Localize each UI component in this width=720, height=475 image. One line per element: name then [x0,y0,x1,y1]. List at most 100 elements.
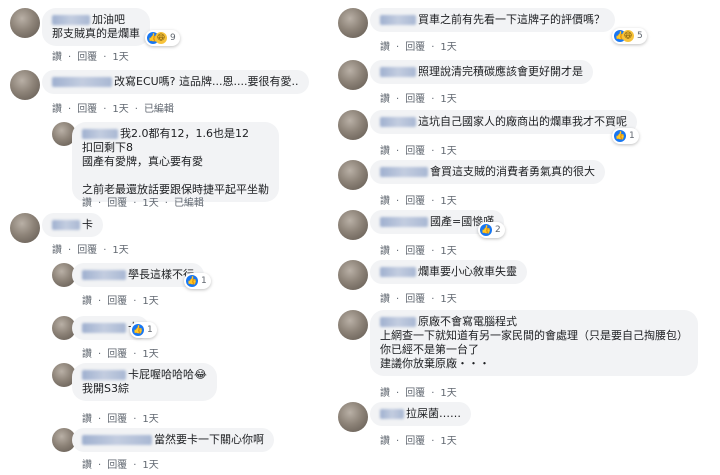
commenter-name[interactable] [52,77,112,87]
reaction-badge[interactable]: 👍 1 [612,128,639,144]
reply-link[interactable]: 回覆 [107,460,127,471]
like-link[interactable]: 讚 [380,246,390,257]
avatar[interactable] [338,60,368,90]
commenter-name[interactable] [380,67,416,77]
separator: · [133,460,137,471]
comment-actions: 讚 · 回覆 · 1天 [380,142,463,157]
timestamp[interactable]: 1天 [142,460,158,471]
reaction-badge[interactable]: 👍 1 [184,273,211,289]
timestamp[interactable]: 1天 [440,246,456,257]
avatar[interactable] [338,8,368,38]
avatar[interactable] [338,110,368,140]
reaction-badge[interactable]: 👍 1 [130,322,157,338]
commenter-name[interactable] [52,220,80,230]
comment-text-line: 國產有愛牌，真心要有愛 [82,155,269,169]
timestamp[interactable]: 1天 [440,294,456,305]
avatar[interactable] [338,260,368,290]
separator: · [133,349,137,360]
timestamp[interactable]: 1天 [112,104,128,115]
commenter-name[interactable] [82,435,152,445]
avatar[interactable] [338,402,368,432]
reply-link[interactable]: 回覆 [405,146,425,157]
reaction-badge[interactable]: 👍 2 [478,222,505,238]
comment-bubble: 原廠不會寫電腦程式 上網查一下就知道有另一家民間的會處理（只是要自己掏腰包） 你已經… [370,310,698,376]
comment-actions: 讚 · 回覆 · 1天 [380,90,463,105]
reply-link[interactable]: 回覆 [405,436,425,447]
reply-link[interactable]: 回覆 [405,94,425,105]
timestamp[interactable]: 1天 [440,94,456,105]
reply-link[interactable]: 回覆 [107,349,127,360]
reply-link[interactable]: 回覆 [77,52,97,63]
avatar[interactable] [10,8,40,38]
edited-label[interactable]: 已編輯 [144,104,174,115]
timestamp[interactable]: 1天 [440,42,456,53]
reply-link[interactable]: 回覆 [107,198,127,209]
comment-text: 扣回剩下8 [82,141,133,154]
reply-link[interactable]: 回覆 [405,294,425,305]
timestamp[interactable]: 1天 [440,436,456,447]
like-link[interactable]: 讚 [380,388,390,399]
separator: · [103,245,107,256]
like-link[interactable]: 讚 [380,94,390,105]
like-link[interactable]: 讚 [380,196,390,207]
reply-link[interactable]: 回覆 [405,42,425,53]
commenter-name[interactable] [380,409,404,419]
reply-link[interactable]: 回覆 [77,245,97,256]
comment-bubble: 卡屁喔哈哈哈😂 我開S3綜 [72,363,217,401]
like-link[interactable]: 讚 [82,460,92,471]
like-link[interactable]: 讚 [52,245,62,256]
timestamp[interactable]: 1天 [440,388,456,399]
separator: · [431,196,435,207]
commenter-name[interactable] [380,15,416,25]
commenter-name[interactable] [82,370,126,380]
like-link[interactable]: 讚 [380,146,390,157]
commenter-name[interactable] [380,117,416,127]
timestamp[interactable]: 1天 [142,296,158,307]
timestamp[interactable]: 1天 [142,349,158,360]
like-link[interactable]: 讚 [82,296,92,307]
commenter-name[interactable] [82,270,126,280]
avatar[interactable] [10,70,40,100]
commenter-name[interactable] [380,167,428,177]
commenter-name[interactable] [52,15,90,25]
separator: · [134,104,138,115]
like-link[interactable]: 讚 [380,294,390,305]
like-link[interactable]: 讚 [52,104,62,115]
like-link[interactable]: 讚 [82,414,92,425]
reply-link[interactable]: 回覆 [405,388,425,399]
avatar[interactable] [338,310,368,340]
comment-text-line: 那支賊真的是爛車 [52,27,140,41]
like-link[interactable]: 讚 [380,436,390,447]
reply-link[interactable]: 回覆 [77,104,97,115]
comment-bubble: 我2.0都有12，1.6也是12 扣回剩下8 國產有愛牌，真心要有愛 之前老最還放話… [72,122,279,202]
like-link[interactable]: 讚 [82,198,92,209]
reaction-badge[interactable]: 👍😆 5 [612,28,647,44]
commenter-name[interactable] [380,217,428,227]
comment-text: 爛車要小心敘車失靈 [418,265,517,278]
timestamp[interactable]: 1天 [112,245,128,256]
commenter-name[interactable] [380,317,416,327]
reaction-badge[interactable]: 👍😆 9 [145,30,180,46]
comment-text-line: 拉屎菌…… [380,407,461,421]
reply-link[interactable]: 回覆 [107,414,127,425]
like-link[interactable]: 讚 [82,349,92,360]
timestamp[interactable]: 1天 [112,52,128,63]
reply-link[interactable]: 回覆 [405,246,425,257]
timestamp[interactable]: 1天 [440,196,456,207]
comment-text-line: 這坑自己國家人的廠商出的爛車我才不買呢 [380,115,627,129]
commenter-name[interactable] [380,267,416,277]
commenter-name[interactable] [82,129,118,139]
timestamp[interactable]: 1天 [440,146,456,157]
like-link[interactable]: 讚 [52,52,62,63]
like-link[interactable]: 讚 [380,42,390,53]
avatar[interactable] [338,160,368,190]
avatar[interactable] [338,210,368,240]
timestamp[interactable]: 1天 [142,198,158,209]
commenter-name[interactable] [82,323,126,333]
edited-label[interactable]: 已編輯 [174,198,204,209]
reply-link[interactable]: 回覆 [405,196,425,207]
comment-actions: 讚 · 回覆 · 1天 [82,345,165,360]
timestamp[interactable]: 1天 [142,414,158,425]
reply-link[interactable]: 回覆 [107,296,127,307]
avatar[interactable] [10,213,40,243]
